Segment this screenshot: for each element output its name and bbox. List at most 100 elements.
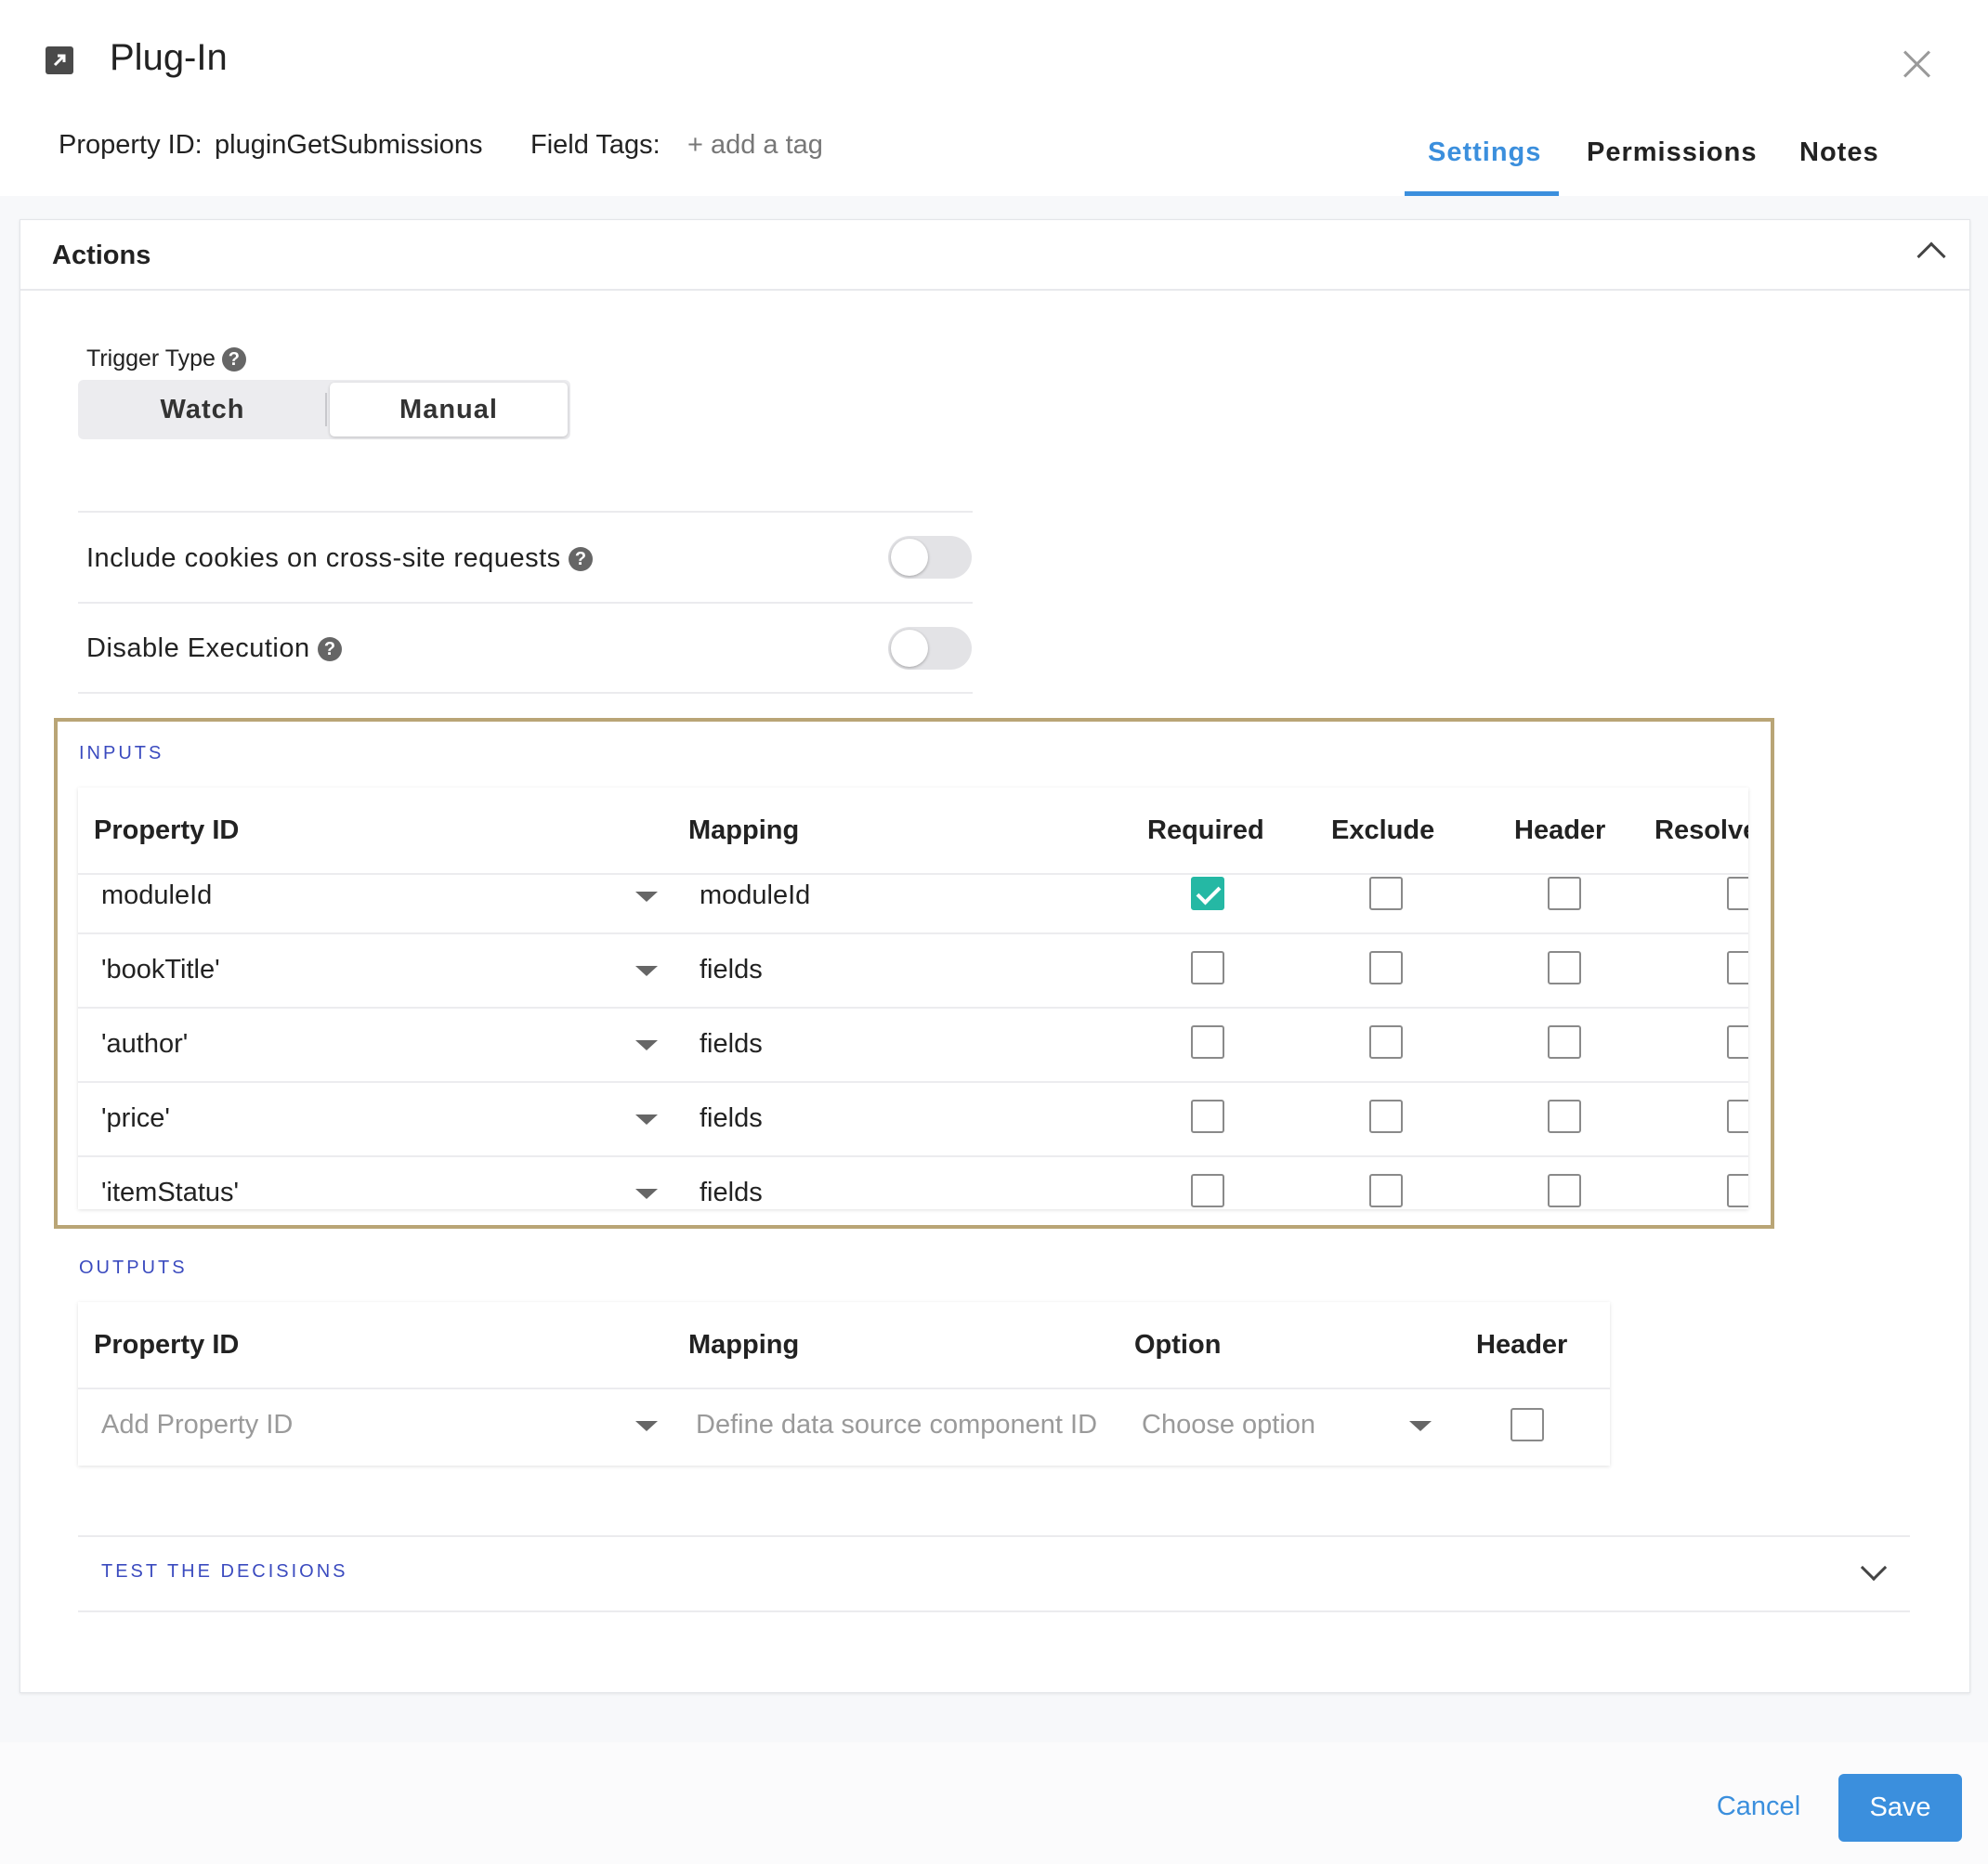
exclude-checkbox[interactable] bbox=[1369, 877, 1403, 910]
mapping-input[interactable]: fields bbox=[700, 1103, 763, 1134]
divider bbox=[78, 511, 973, 513]
mapping-input[interactable]: fields bbox=[700, 1178, 763, 1208]
toggle-knob bbox=[891, 539, 928, 576]
resolve-checkbox[interactable] bbox=[1727, 1025, 1748, 1059]
trigger-manual-button[interactable]: Manual bbox=[330, 383, 568, 437]
close-icon[interactable] bbox=[1901, 48, 1932, 80]
property-id-select[interactable]: moduleId bbox=[101, 880, 212, 911]
header-checkbox[interactable] bbox=[1548, 877, 1581, 910]
divider bbox=[78, 602, 973, 604]
column-header: Property ID bbox=[94, 1330, 240, 1360]
exclude-checkbox[interactable] bbox=[1369, 1100, 1403, 1133]
column-header: Header bbox=[1476, 1330, 1568, 1360]
tab-settings[interactable]: Settings bbox=[1428, 137, 1541, 168]
plugin-modal: Plug-In Property ID: pluginGetSubmission… bbox=[0, 0, 1988, 1864]
header-checkbox[interactable] bbox=[1548, 951, 1581, 984]
mapping-input[interactable]: fields bbox=[700, 1029, 763, 1060]
caret-down-icon[interactable] bbox=[635, 1040, 658, 1050]
caret-down-icon[interactable] bbox=[1409, 1421, 1432, 1431]
caret-down-icon[interactable] bbox=[635, 1114, 658, 1125]
external-link-icon bbox=[46, 46, 73, 74]
table-row: 'itemStatus' fields bbox=[78, 1155, 1748, 1209]
required-checkbox[interactable] bbox=[1191, 1025, 1224, 1059]
tab-permissions[interactable]: Permissions bbox=[1587, 137, 1757, 168]
exclude-checkbox[interactable] bbox=[1369, 1174, 1403, 1207]
header-checkbox[interactable] bbox=[1548, 1100, 1581, 1133]
include-cookies-label: Include cookies on cross-site requests bbox=[86, 543, 561, 573]
output-header-checkbox[interactable] bbox=[1511, 1408, 1544, 1441]
column-header: Property ID bbox=[94, 815, 240, 845]
header-checkbox[interactable] bbox=[1548, 1025, 1581, 1059]
column-header: Exclude bbox=[1331, 815, 1435, 845]
mapping-input[interactable]: moduleId bbox=[700, 880, 810, 911]
property-id-value: pluginGetSubmissions bbox=[215, 130, 483, 160]
table-row: Add Property ID Define data source compo… bbox=[78, 1388, 1610, 1462]
disable-execution-row: Disable Execution ? bbox=[86, 633, 343, 664]
save-button[interactable]: Save bbox=[1838, 1774, 1962, 1842]
toggle-knob bbox=[891, 630, 928, 667]
chevron-up-icon[interactable] bbox=[1916, 241, 1946, 271]
add-property-id-select[interactable]: Add Property ID bbox=[101, 1410, 293, 1440]
exclude-checkbox[interactable] bbox=[1369, 951, 1403, 984]
column-header: Mapping bbox=[688, 1330, 800, 1360]
trigger-type-toggle: Watch Manual bbox=[78, 380, 570, 439]
property-id-select[interactable]: 'bookTitle' bbox=[101, 955, 220, 985]
help-icon[interactable]: ? bbox=[318, 637, 343, 662]
include-cookies-row: Include cookies on cross-site requests ? bbox=[86, 543, 594, 574]
property-id-select[interactable]: 'price' bbox=[101, 1103, 170, 1134]
trigger-type-field: Trigger Type ? bbox=[86, 345, 246, 372]
resolve-checkbox[interactable] bbox=[1727, 951, 1748, 984]
required-checkbox[interactable] bbox=[1191, 1174, 1224, 1207]
outputs-label: OUTPUTS bbox=[79, 1258, 188, 1278]
data-source-input[interactable]: Define data source component ID bbox=[696, 1410, 1097, 1440]
header-checkbox[interactable] bbox=[1548, 1174, 1581, 1207]
caret-down-icon[interactable] bbox=[635, 966, 658, 976]
required-checkbox[interactable] bbox=[1191, 877, 1224, 910]
cancel-button[interactable]: Cancel bbox=[1700, 1774, 1817, 1839]
caret-down-icon[interactable] bbox=[635, 1421, 658, 1431]
disable-execution-label: Disable Execution bbox=[86, 633, 310, 663]
resolve-checkbox[interactable] bbox=[1727, 1100, 1748, 1133]
actions-panel-header[interactable]: Actions bbox=[20, 220, 1969, 291]
property-id-label: Property ID: bbox=[59, 130, 203, 160]
divider bbox=[78, 692, 973, 694]
column-header: Header bbox=[1514, 815, 1606, 845]
mapping-input[interactable]: fields bbox=[700, 955, 763, 985]
column-header: Resolve bbox=[1654, 815, 1748, 845]
include-cookies-toggle[interactable] bbox=[888, 536, 972, 579]
trigger-type-label: Trigger Type bbox=[86, 345, 216, 371]
divider bbox=[78, 1610, 1910, 1612]
table-row: 'bookTitle' fields bbox=[78, 932, 1748, 1007]
required-checkbox[interactable] bbox=[1191, 1100, 1224, 1133]
help-icon[interactable]: ? bbox=[221, 347, 246, 372]
property-id-select[interactable]: 'itemStatus' bbox=[101, 1178, 239, 1208]
property-id-select[interactable]: 'author' bbox=[101, 1029, 188, 1060]
trigger-watch-button[interactable]: Watch bbox=[78, 380, 327, 439]
tab-notes[interactable]: Notes bbox=[1799, 137, 1879, 168]
help-icon[interactable]: ? bbox=[569, 547, 594, 572]
exclude-checkbox[interactable] bbox=[1369, 1025, 1403, 1059]
resolve-checkbox[interactable] bbox=[1727, 1174, 1748, 1207]
option-select[interactable]: Choose option bbox=[1142, 1410, 1315, 1440]
add-tag-link[interactable]: + add a tag bbox=[687, 130, 823, 161]
modal-header: Plug-In Property ID: pluginGetSubmission… bbox=[0, 0, 1988, 196]
test-decisions-label[interactable]: TEST THE DECISIONS bbox=[101, 1561, 348, 1583]
segment-divider bbox=[325, 393, 327, 426]
disable-execution-toggle[interactable] bbox=[888, 627, 972, 670]
inputs-table: Property ID Mapping Required Exclude Hea… bbox=[78, 788, 1748, 1209]
outputs-table: Property ID Mapping Option Header Add Pr… bbox=[78, 1302, 1610, 1466]
caret-down-icon[interactable] bbox=[635, 892, 658, 902]
divider bbox=[78, 1535, 1910, 1537]
table-row: 'price' fields bbox=[78, 1081, 1748, 1155]
modal-footer bbox=[0, 1742, 1988, 1864]
required-checkbox[interactable] bbox=[1191, 951, 1224, 984]
caret-down-icon[interactable] bbox=[635, 1189, 658, 1199]
resolve-checkbox[interactable] bbox=[1727, 877, 1748, 910]
column-header: Required bbox=[1147, 815, 1264, 845]
column-header: Mapping bbox=[688, 815, 800, 845]
column-header: Option bbox=[1134, 1330, 1222, 1360]
actions-title: Actions bbox=[52, 241, 151, 270]
field-tags-label: Field Tags: bbox=[530, 130, 660, 160]
active-tab-indicator bbox=[1405, 191, 1559, 196]
inputs-label: INPUTS bbox=[79, 743, 164, 763]
